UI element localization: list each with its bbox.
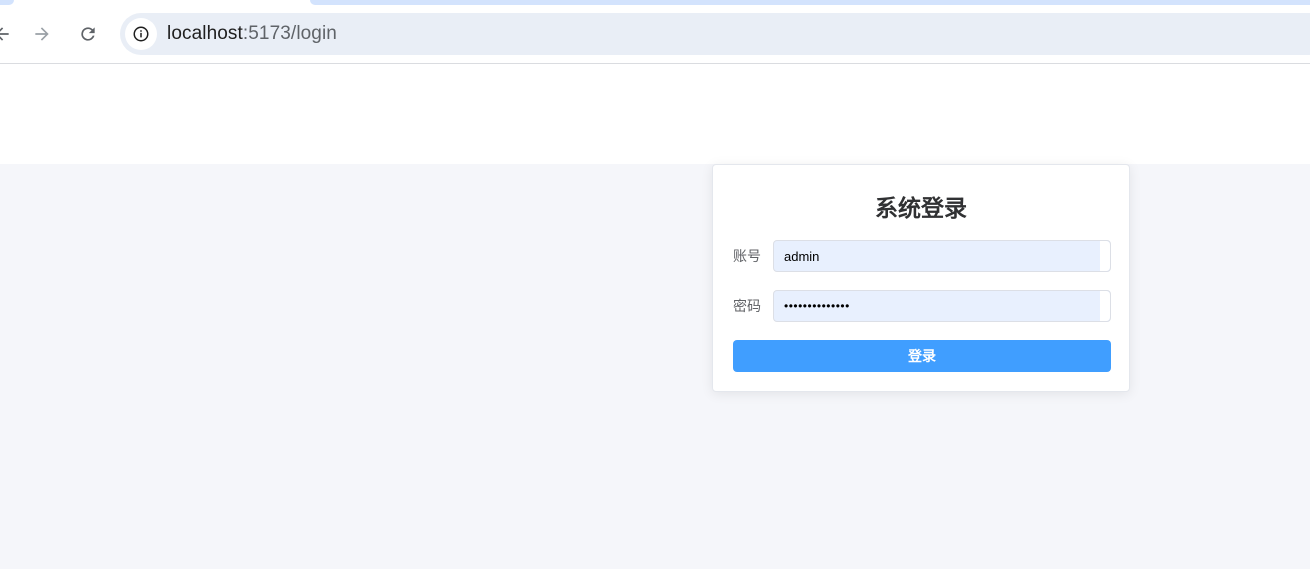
- account-label: 账号: [733, 249, 761, 265]
- site-info-button[interactable]: [125, 18, 157, 50]
- reload-button[interactable]: [72, 18, 104, 50]
- login-title: 系统登录: [875, 196, 967, 222]
- tab-strip: [310, 0, 1310, 5]
- tab-strip-edge: [0, 0, 14, 5]
- account-value: admin: [784, 248, 820, 264]
- account-row: 账号 admin: [733, 240, 1111, 272]
- login-button[interactable]: 登录: [733, 340, 1111, 372]
- forward-button[interactable]: [26, 18, 58, 50]
- input-edge: [1100, 291, 1110, 321]
- back-button[interactable]: [0, 18, 18, 50]
- arrow-left-icon: [0, 27, 9, 41]
- url-host: localhost: [167, 23, 243, 44]
- address-bar[interactable]: localhost:5173/login: [120, 13, 1310, 55]
- password-value: ••••••••••••••: [784, 299, 850, 313]
- page-content: 系统登录 账号 admin 密码 •••••••••••••• 登录: [0, 64, 1310, 569]
- input-edge: [1100, 241, 1110, 271]
- login-card: 系统登录 账号 admin 密码 •••••••••••••• 登录: [712, 164, 1130, 392]
- password-input[interactable]: ••••••••••••••: [773, 290, 1111, 322]
- info-icon: [133, 26, 149, 42]
- arrow-right-icon: [35, 27, 49, 41]
- password-row: 密码 ••••••••••••••: [733, 290, 1111, 322]
- url-path: :5173/login: [242, 23, 337, 44]
- reload-icon: [81, 27, 95, 41]
- account-input[interactable]: admin: [773, 240, 1111, 272]
- browser-toolbar: localhost:5173/login: [0, 0, 1310, 64]
- url-text[interactable]: localhost:5173/login: [167, 23, 337, 45]
- password-label: 密码: [733, 299, 761, 315]
